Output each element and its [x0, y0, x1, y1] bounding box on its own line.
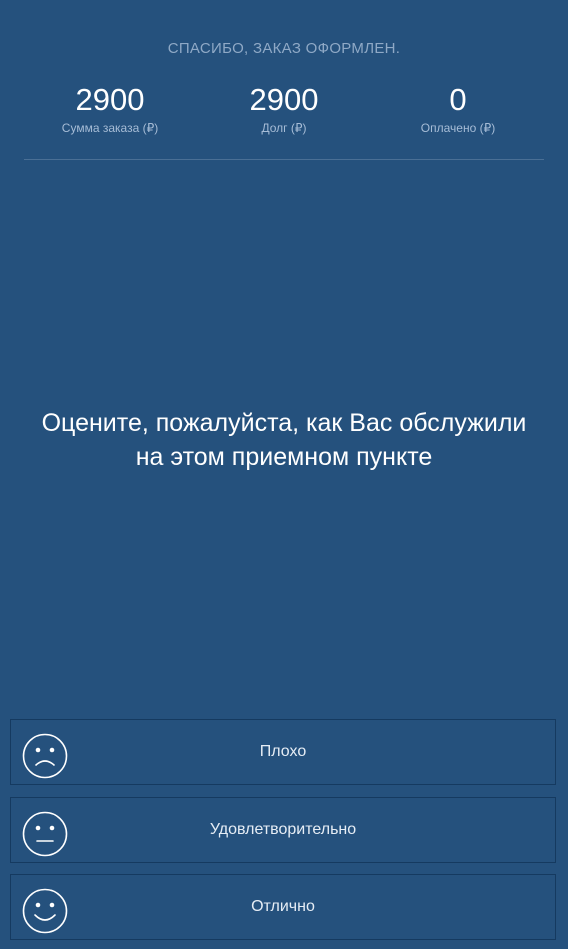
- divider: [24, 159, 544, 160]
- rating-label: Удовлетворительно: [209, 821, 357, 838]
- rating-satisfactory-button[interactable]: Удовлетворительно: [10, 797, 556, 863]
- stat-paid: 0 Оплачено (₽): [378, 82, 538, 136]
- stat-value: 2900: [249, 82, 319, 117]
- page-title: СПАСИБО, ЗАКАЗ ОФОРМЛЕН.: [167, 40, 401, 57]
- rating-label: Плохо: [259, 743, 307, 760]
- stat-debt: 2900 Долг (₽): [204, 82, 364, 136]
- prompt-line: на этом приемном пункте: [135, 443, 433, 471]
- stat-label: Оплачено (₽): [420, 121, 496, 135]
- rating-prompt: Оцените, пожалуйста, как Вас обслужили н…: [20, 406, 548, 474]
- rating-label: Отлично: [251, 898, 315, 915]
- stat-value: 2900: [75, 82, 145, 117]
- stat-label: Долг (₽): [261, 121, 307, 135]
- order-stats: 2900 Сумма заказа (₽) 2900 Долг (₽) 0 Оп…: [24, 82, 544, 142]
- prompt-line: Оцените, пожалуйста, как Вас обслужили: [41, 409, 527, 437]
- rating-excellent-button[interactable]: Отлично: [10, 874, 556, 940]
- stat-order-total: 2900 Сумма заказа (₽): [30, 82, 190, 136]
- rating-bad-button[interactable]: Плохо: [10, 719, 556, 785]
- stat-label: Сумма заказа (₽): [61, 121, 159, 135]
- stat-value: 0: [449, 82, 467, 117]
